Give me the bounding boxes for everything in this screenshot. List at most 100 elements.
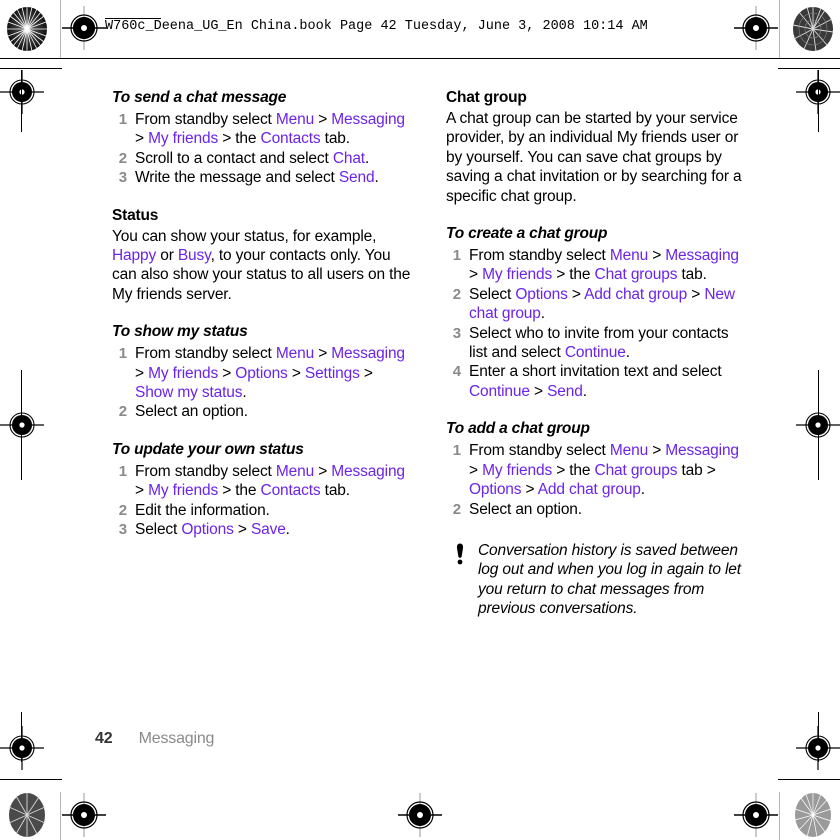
steps-create-chat-group: 1 From standby select Menu > Messaging > … xyxy=(446,246,746,401)
ui-term: Send xyxy=(338,169,375,187)
registration-target-icon xyxy=(734,6,778,50)
ui-term: Contacts xyxy=(260,482,321,500)
step-number: 1 xyxy=(452,247,461,265)
step-number: 3 xyxy=(118,169,127,187)
step-number: 1 xyxy=(118,462,127,480)
procedure-step: 1 From standby select Menu > Messaging > … xyxy=(446,441,746,499)
page-guide-line xyxy=(60,0,61,58)
ui-term: Add chat group xyxy=(584,285,688,303)
body-text: A chat group can be started by your serv… xyxy=(446,110,742,205)
body-text: tab. xyxy=(677,266,707,284)
section-heading-add-chat-group: To add a chat group xyxy=(446,420,590,438)
body-text: Select xyxy=(469,285,516,303)
body-text: > xyxy=(314,111,332,128)
step-text: Select an option. xyxy=(469,501,582,518)
step-number: 1 xyxy=(118,345,127,363)
body-text: > the xyxy=(552,461,595,479)
ui-term: Messaging xyxy=(665,442,739,460)
step-number: 2 xyxy=(118,501,127,519)
body-text: From standby select xyxy=(469,247,610,265)
body-text: > xyxy=(567,285,585,303)
ui-term: Menu xyxy=(609,247,649,265)
paragraph-status: You can show your status, for example, H… xyxy=(112,227,412,305)
body-text: > xyxy=(218,364,236,382)
section-heading-show-my-status: To show my status xyxy=(112,323,248,341)
body-text: > xyxy=(135,130,149,148)
step-text: Edit the information. xyxy=(135,502,270,519)
body-text: > xyxy=(687,285,705,303)
halftone-density-patch-icon xyxy=(792,6,834,52)
procedure-step: 3 Select Options > Save. xyxy=(112,520,412,539)
ui-term: Menu xyxy=(275,462,315,480)
procedure-step: 1 From standby select Menu > Messaging > … xyxy=(112,110,412,149)
body-text: tab. xyxy=(320,482,350,500)
ui-term: Options xyxy=(235,364,288,382)
step-number: 2 xyxy=(452,285,461,303)
steps-send-chat-message: 1 From standby select Menu > Messaging > … xyxy=(112,110,412,188)
body-text: Write the message and select xyxy=(135,169,339,187)
step-text: Select an option. xyxy=(135,403,248,420)
ui-term: My friends xyxy=(148,130,219,148)
section-heading-update-own-status: To update your own status xyxy=(112,440,304,458)
procedure-step: 4 Enter a short invitation text and selec… xyxy=(446,362,746,401)
crop-mark xyxy=(21,70,22,132)
halftone-density-patch-icon xyxy=(792,792,834,838)
body-text: Select an option. xyxy=(469,500,582,518)
body-text: > xyxy=(135,482,149,500)
registration-target-icon xyxy=(398,793,442,837)
page-guide-line xyxy=(779,792,780,840)
body-text: > xyxy=(314,345,332,363)
ui-term: Busy xyxy=(177,247,211,265)
step-number: 4 xyxy=(452,363,461,381)
body-text: > xyxy=(287,364,305,382)
body-text: > the xyxy=(218,130,261,148)
registration-target-icon xyxy=(734,793,778,837)
steps-add-chat-group: 1 From standby select Menu > Messaging > … xyxy=(446,441,746,519)
ui-term: Options xyxy=(515,285,568,303)
ui-term: My friends xyxy=(482,266,553,284)
step-number: 2 xyxy=(118,403,127,421)
section-heading-send-chat-message: To send a chat message xyxy=(112,89,287,106)
body-text: tab. xyxy=(320,130,350,148)
body-text: > the xyxy=(218,482,261,500)
ui-term: Menu xyxy=(275,111,315,128)
procedure-step: 2 Select Options > Add chat group > New c… xyxy=(446,285,746,324)
body-text: . xyxy=(625,344,630,362)
body-text: > xyxy=(521,481,538,499)
body-text: From standby select xyxy=(469,442,610,460)
ui-term: Options xyxy=(181,521,234,539)
note-text: Conversation history is saved between lo… xyxy=(478,541,741,618)
crop-mark xyxy=(778,779,840,780)
body-text: > xyxy=(529,382,548,400)
step-number: 1 xyxy=(452,442,461,460)
step-text: From standby select Menu > Messaging > M… xyxy=(135,463,405,499)
step-text: Select who to invite from your contacts … xyxy=(469,325,729,361)
ui-term: Happy xyxy=(112,247,157,265)
ui-term: Menu xyxy=(275,345,315,363)
ui-term: Save xyxy=(250,521,286,539)
body-text: Enter a short invitation text and select xyxy=(469,363,722,381)
section-heading-status: Status xyxy=(112,206,159,224)
body-text: > xyxy=(314,462,332,480)
note-box: Conversation history is saved between lo… xyxy=(446,541,746,619)
exclamation-icon xyxy=(454,543,466,565)
body-text: or xyxy=(156,247,178,265)
body-text: > xyxy=(648,442,666,460)
procedure-step: 1 From standby select Menu > Messaging > … xyxy=(112,344,412,402)
body-text: Select an option. xyxy=(135,403,248,421)
registration-target-icon xyxy=(0,403,44,447)
procedure-step: 2 Select an option. xyxy=(112,402,412,421)
ui-term: Show my status xyxy=(135,384,243,402)
body-text: . xyxy=(364,149,370,167)
body-text: You can show your status, for example, xyxy=(112,227,377,245)
step-text: Write the message and select Send. xyxy=(135,169,379,186)
body-text: > xyxy=(469,266,483,284)
ui-term: Messaging xyxy=(331,345,405,363)
procedure-step: 3 Select who to invite from your contacts… xyxy=(446,324,746,363)
registration-target-icon xyxy=(62,793,106,837)
registration-target-icon xyxy=(796,403,840,447)
ui-term: My friends xyxy=(148,482,219,500)
